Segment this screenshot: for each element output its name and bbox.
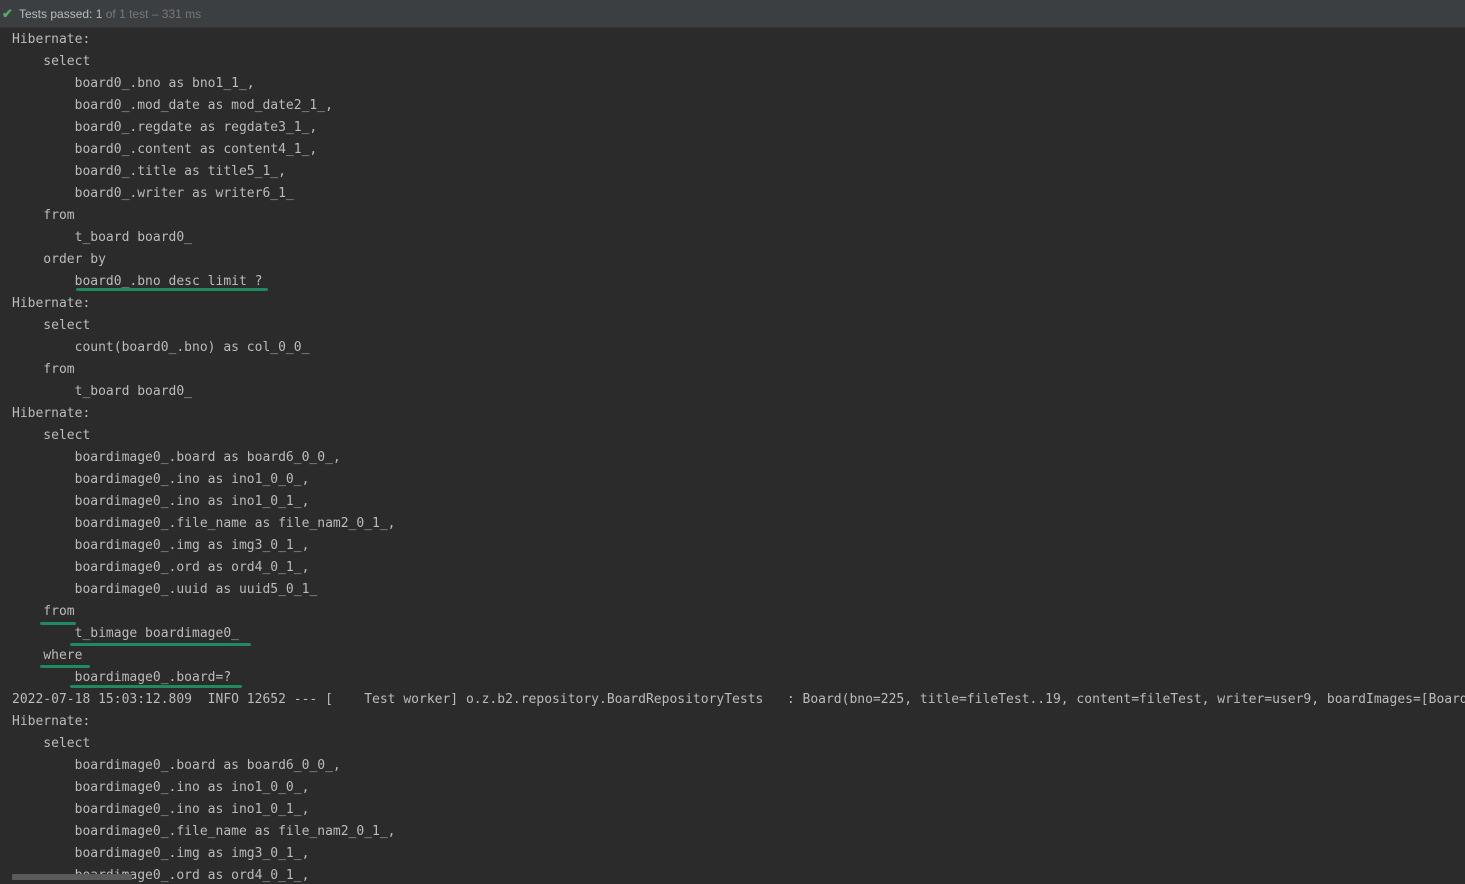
console-line[interactable]: boardimage0_.uuid as uuid5_0_1_ [12,579,325,601]
console-line[interactable]: board0_.content as content4_1_, [12,139,318,161]
console-line[interactable]: board0_.title as title5_1_, [12,161,286,183]
console-line[interactable]: where [12,645,82,667]
spelling-underline [40,622,76,625]
console-line[interactable]: boardimage0_.ino as ino1_0_0_, [12,469,310,491]
console-line[interactable]: board0_.mod_date as mod_date2_1_, [12,95,333,117]
console-line[interactable]: select [12,315,90,337]
tests-passed-count: 1 [95,7,103,21]
spelling-underline [70,685,242,688]
console-line[interactable]: select [12,425,90,447]
console-line[interactable]: boardimage0_.ino as ino1_0_1_, [12,799,310,821]
console-line[interactable]: select [12,51,90,73]
console-line[interactable]: boardimage0_.board as board6_0_0_, [12,447,341,469]
console-output[interactable]: Hibernate: select board0_.bno as bno1_1_… [0,29,1465,884]
spelling-underline [76,288,268,291]
console-line[interactable]: t_board board0_ [12,227,200,249]
console-line[interactable]: boardimage0_.file_name as file_nam2_0_1_… [12,821,396,843]
console-log-line[interactable]: 2022-07-18 15:03:12.809 INFO 12652 --- [… [12,689,1465,711]
spelling-underline [40,665,90,668]
check-icon: ✔ [2,6,13,21]
console-line[interactable]: from [12,205,74,227]
horizontal-scrollbar-thumb[interactable] [12,874,132,880]
console-line[interactable]: t_bimage boardimage0_ [12,623,247,645]
console-line[interactable]: boardimage0_.file_name as file_nam2_0_1_… [12,513,396,535]
tests-passed-label: Tests passed: [19,7,93,21]
console-line[interactable]: board0_.writer as writer6_1_ [12,183,302,205]
console-line[interactable]: boardimage0_.board as board6_0_0_, [12,755,341,777]
console-line[interactable]: from [12,601,74,623]
console-line[interactable]: boardimage0_.ino as ino1_0_0_, [12,777,310,799]
test-status-text: Tests passed: 1 of 1 test – 331 ms [19,0,201,28]
console-line[interactable]: boardimage0_.img as img3_0_1_, [12,535,310,557]
console-line[interactable]: from [12,359,74,381]
console-line[interactable]: board0_.regdate as regdate3_1_, [12,117,318,139]
console-line[interactable]: t_board board0_ [12,381,192,403]
console-line[interactable]: Hibernate: [12,403,98,425]
console-line[interactable]: select [12,733,90,755]
console-line[interactable]: board0_.bno as bno1_1_, [12,73,255,95]
console-line[interactable]: count(board0_.bno) as col_0_0_ [12,337,317,359]
console-line[interactable]: boardimage0_.ord as ord4_0_1_, [12,557,310,579]
spelling-underline [70,643,251,646]
console-line[interactable]: order by [12,249,106,271]
test-status-bar: ✔ Tests passed: 1 of 1 test – 331 ms [0,0,1465,28]
console-line[interactable]: Hibernate: [12,293,98,315]
console-line[interactable]: boardimage0_.img as img3_0_1_, [12,843,310,865]
console-line[interactable]: Hibernate: [12,711,98,733]
console-line[interactable]: Hibernate: [12,29,98,51]
tests-total-duration: of 1 test – 331 ms [105,7,202,21]
console-line[interactable]: boardimage0_.ino as ino1_0_1_, [12,491,310,513]
